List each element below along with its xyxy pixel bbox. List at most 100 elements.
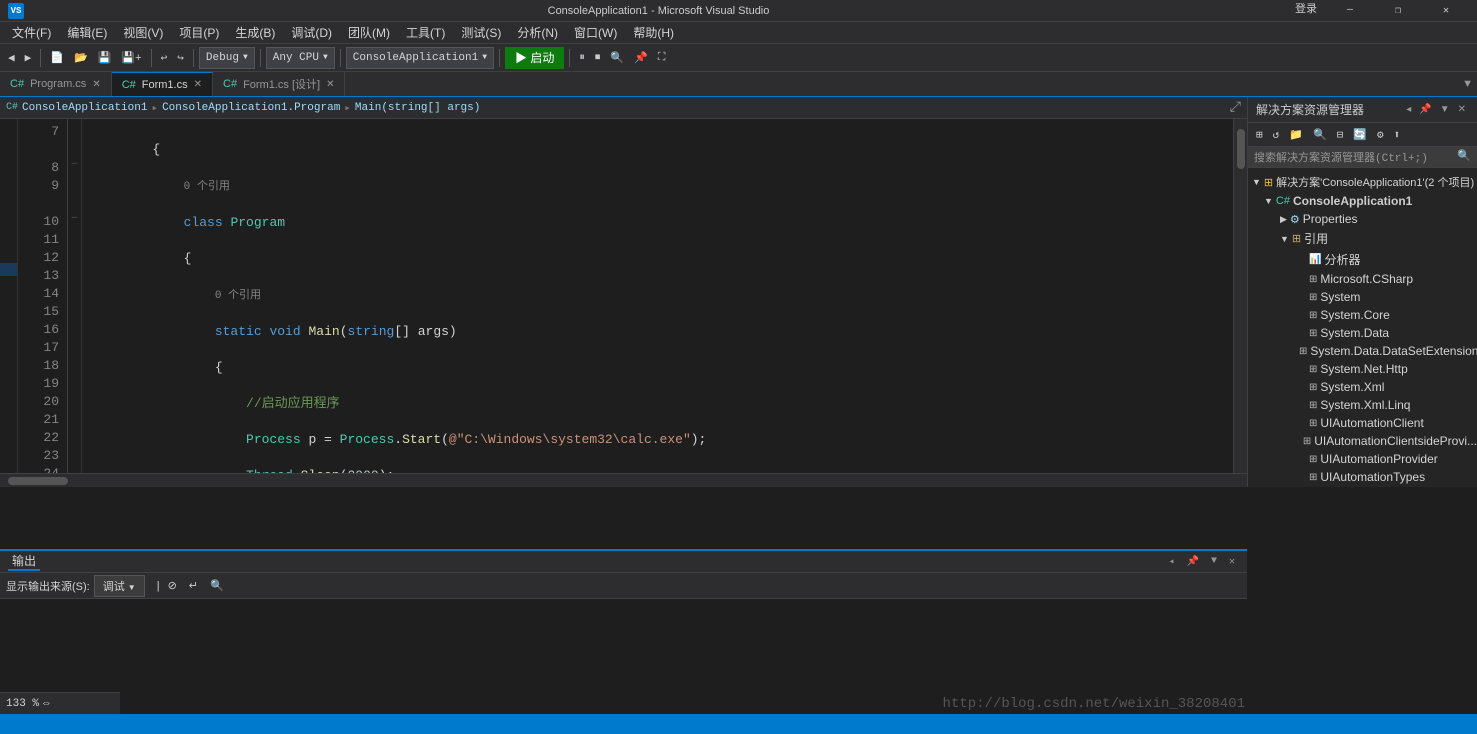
tree-properties[interactable]: ▶ ⚙ Properties [1248,210,1477,228]
hscroll-thumb[interactable] [8,477,68,485]
open-file-button[interactable]: 📂 [70,49,92,67]
tab-form1-cs[interactable]: C# Form1.cs ✕ [112,72,213,96]
tree-system-data-ds[interactable]: ⊞ System.Data.DataSetExtensions [1248,342,1477,360]
cg-17 [68,335,81,353]
tree-system-nethttp[interactable]: ⊞ System.Net.Http [1248,360,1477,378]
run-button[interactable]: ▶ 启动 [505,47,564,69]
output-dropdown[interactable]: ▼ [1207,555,1221,569]
tree-uia-provider[interactable]: ⊞ UIAutomationProvider [1248,450,1477,468]
tree-references[interactable]: ▼ ⊞ 引用 [1248,228,1477,249]
maximize-button[interactable]: ❐ [1375,0,1421,22]
output-wrap-btn[interactable]: ↵ [185,577,202,594]
loc-method[interactable]: Main(string[] args) [355,102,480,114]
toolbar-extra-3[interactable]: 🔍 [606,49,628,67]
fwd-button[interactable]: ▶ [21,49,36,67]
close-button[interactable]: ✕ [1423,0,1469,22]
cg-10: ─ [68,209,81,227]
tree-uia-types[interactable]: ⊞ UIAutomationTypes [1248,468,1477,486]
output-close[interactable]: ✕ [1225,555,1239,569]
tree-uia-client[interactable]: ⊞ UIAutomationClient [1248,414,1477,432]
menu-tools[interactable]: 工具(T) [398,22,453,43]
cg-21 [68,407,81,425]
redo-button[interactable]: ↪ [173,49,188,67]
menu-debug[interactable]: 调试(D) [283,22,340,43]
code-area-container: 7 8 8 9 10 10 11 12 13 14 15 16 17 18 19… [0,119,1247,473]
menu-build[interactable]: 生成(B) [227,22,283,43]
tree-ms-csharp[interactable]: ⊞ Microsoft.CSharp [1248,270,1477,288]
menu-team[interactable]: 团队(M) [340,22,398,43]
tab-form1-designer[interactable]: C# Form1.cs [设计] ✕ [213,72,345,96]
vertical-scrollbar[interactable] [1233,119,1247,473]
output-auto-hide[interactable]: ◂ [1164,555,1178,569]
gutter-15 [0,250,17,263]
output-source-dropdown[interactable]: 调试 ▼ [94,575,145,597]
tree-analyzer[interactable]: 📊 分析器 [1248,249,1477,270]
tree-system-xmllinq[interactable]: ⊞ System.Xml.Linq [1248,396,1477,414]
gutter-9 [0,158,17,171]
debug-config-dropdown[interactable]: Debug ▼ [199,47,255,69]
tree-uia-clientside[interactable]: ⊞ UIAutomationClientsideProvi... [1248,432,1477,450]
save-all-button[interactable]: 💾+ [117,49,145,67]
tab-program-cs[interactable]: C# Program.cs ✕ [0,72,112,96]
menu-window[interactable]: 窗口(W) [566,22,625,43]
menu-test[interactable]: 测试(S) [453,22,509,43]
save-button[interactable]: 💾 [94,49,116,67]
se-close[interactable]: ✕ [1455,103,1469,116]
undo-button[interactable]: ↩ [157,49,172,67]
back-button[interactable]: ◀ [4,49,19,67]
loc-file[interactable]: ConsoleApplication1.Program [162,102,340,114]
tree-system[interactable]: ⊞ System [1248,288,1477,306]
debug-dropdown-arrow: ▼ [243,53,248,62]
toolbar-extra-4[interactable]: 📌 [630,49,652,67]
platform-dropdown[interactable]: Any CPU ▼ [266,47,335,69]
menu-file[interactable]: 文件(F) [4,22,59,43]
zoom-scroll[interactable]: ⇔ [43,698,50,710]
menu-view[interactable]: 视图(V) [115,22,171,43]
code-content[interactable]: { 0 个引用 class Program { 0 个引用 static voi… [82,119,1233,473]
tree-windows-base[interactable]: ⊞ WindowsBase [1248,486,1477,487]
se-collapse-btn[interactable]: ⊟ [1333,126,1348,144]
toolbar-extra-2[interactable]: ⏹ [591,50,605,66]
login-button[interactable]: 登录 [1287,0,1325,22]
scrollbar-thumb[interactable] [1237,129,1245,169]
loc-project[interactable]: ConsoleApplication1 [22,102,147,114]
tab-close-form1[interactable]: ✕ [194,79,202,90]
output-pin[interactable]: 📌 [1183,555,1203,569]
tab-close-designer[interactable]: ✕ [326,79,334,90]
se-auto-hide[interactable]: ◂ [1403,103,1414,116]
se-dropdown[interactable]: ▼ [1437,103,1453,116]
menu-analyze[interactable]: 分析(N) [509,22,566,43]
se-syncwith-btn[interactable]: 🔄 [1349,126,1371,144]
tab-overflow-button[interactable]: ▼ [1458,72,1477,96]
toolbar-extra-1[interactable]: ⏸ [575,50,589,66]
menu-project[interactable]: 项目(P) [171,22,227,43]
output-tab[interactable]: 输出 [8,552,40,571]
tree-system-xml[interactable]: ⊞ System.Xml [1248,378,1477,396]
sys-label: System [1320,290,1360,304]
tree-solution[interactable]: ▼ ⊞ 解决方案'ConsoleApplication1'(2 个项目) [1248,172,1477,192]
se-showall-btn[interactable]: 📁 [1285,126,1307,144]
se-pin[interactable]: 📌 [1416,103,1434,116]
horizontal-scrollbar[interactable] [0,473,1247,487]
se-refresh-btn[interactable]: ↺ [1269,126,1284,144]
se-gitsync-btn[interactable]: ⬆ [1390,126,1405,144]
new-file-button[interactable]: 📄 [46,49,68,67]
expand-editor-button[interactable]: ⤢ [1230,100,1241,116]
tab-close-program[interactable]: ✕ [92,79,100,90]
project-dropdown[interactable]: ConsoleApplication1 ▼ [346,47,494,69]
se-filter-btn[interactable]: 🔍 [1309,126,1331,144]
output-find-btn[interactable]: 🔍 [206,577,228,594]
se-search-box[interactable]: 搜索解决方案资源管理器(Ctrl+;) 🔍 [1248,147,1477,168]
gutter-11 [0,198,17,211]
menu-edit[interactable]: 编辑(E) [59,22,115,43]
mcs-label: Microsoft.CSharp [1320,272,1413,286]
minimize-button[interactable]: — [1327,0,1373,22]
menu-help[interactable]: 帮助(H) [625,22,682,43]
output-clear-btn[interactable]: ⊘ [164,577,181,594]
tree-system-data[interactable]: ⊞ System.Data [1248,324,1477,342]
se-more-btn[interactable]: ⚙ [1373,126,1388,144]
tree-consoleapp[interactable]: ▼ C# ConsoleApplication1 [1248,192,1477,210]
tree-system-core[interactable]: ⊞ System.Core [1248,306,1477,324]
se-properties-btn[interactable]: ⊞ [1252,126,1267,144]
toolbar-extra-5[interactable]: ⛶ [654,50,670,66]
